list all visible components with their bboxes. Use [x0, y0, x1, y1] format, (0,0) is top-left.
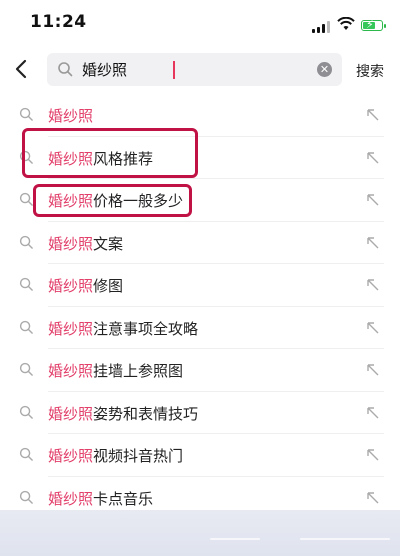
- fill-query-arrow-icon[interactable]: [366, 321, 380, 335]
- search-box[interactable]: ✕: [47, 53, 342, 86]
- fill-query-arrow-icon[interactable]: [366, 236, 380, 250]
- clear-search-button[interactable]: ✕: [317, 62, 332, 77]
- search-icon: [19, 107, 33, 121]
- back-arrow-icon[interactable]: [12, 58, 30, 80]
- status-bar: 11:24 ⚡: [0, 0, 400, 44]
- suggestion-text: 婚纱照: [48, 105, 93, 126]
- suggestion-text: 婚纱照挂墙上参照图: [48, 360, 183, 381]
- search-icon: [58, 62, 73, 77]
- wifi-icon: [337, 17, 355, 30]
- search-icon: [19, 405, 33, 419]
- suggestion-item[interactable]: 婚纱照文案: [0, 222, 400, 264]
- status-time: 11:24: [30, 12, 87, 32]
- suggestion-suffix: 注意事项全攻略: [93, 319, 199, 338]
- fill-query-arrow-icon[interactable]: [366, 108, 380, 122]
- battery-icon: ⚡: [361, 18, 386, 31]
- suggestion-suffix: 挂墙上参照图: [93, 362, 184, 380]
- suggestion-keyword: 婚纱照: [48, 404, 94, 423]
- fill-query-arrow-icon[interactable]: [366, 151, 380, 165]
- suggestion-text: 婚纱照视频抖音热门: [48, 445, 183, 466]
- search-icon: [19, 192, 33, 206]
- suggestion-suffix: 文案: [93, 234, 124, 253]
- suggestion-keyword: 婚纱照: [48, 277, 94, 295]
- suggestion-text: 婚纱照卡点音乐: [48, 488, 153, 509]
- annotation-box-price: [33, 184, 192, 217]
- suggestion-text: 婚纱照文案: [48, 233, 123, 254]
- fill-query-arrow-icon[interactable]: [366, 278, 380, 292]
- search-icon: [19, 320, 33, 334]
- search-icon: [19, 277, 33, 291]
- suggestion-text: 婚纱照注意事项全攻略: [48, 318, 198, 339]
- fill-query-arrow-icon[interactable]: [366, 363, 380, 377]
- suggestion-text: 婚纱照修图: [48, 275, 123, 296]
- fill-query-arrow-icon[interactable]: [366, 406, 380, 420]
- fill-query-arrow-icon[interactable]: [366, 491, 380, 505]
- suggestion-suffix: 修图: [93, 277, 124, 295]
- search-icon: [19, 447, 33, 461]
- bottom-overlay: [0, 510, 400, 556]
- search-icon: [19, 235, 33, 249]
- cellular-signal-icon: [312, 21, 330, 33]
- search-button[interactable]: 搜索: [356, 61, 384, 81]
- annotation-box-style-recommend: [22, 128, 198, 178]
- search-icon: [19, 362, 33, 376]
- suggestion-keyword: 婚纱照: [48, 319, 94, 338]
- suggestion-item[interactable]: 婚纱照挂墙上参照图: [0, 349, 400, 392]
- suggestion-suffix: 姿势和表情技巧: [93, 404, 199, 423]
- suggestion-keyword: 婚纱照: [48, 234, 94, 253]
- suggestion-keyword: 婚纱照: [48, 107, 94, 125]
- suggestion-suffix: 卡点音乐: [93, 489, 154, 508]
- suggestion-suffix: 视频抖音热门: [93, 447, 184, 465]
- suggestion-item[interactable]: 婚纱照修图: [0, 264, 400, 307]
- search-icon: [19, 490, 33, 504]
- search-input[interactable]: [82, 53, 312, 86]
- suggestion-text: 婚纱照姿势和表情技巧: [48, 403, 198, 424]
- text-caret: [173, 61, 175, 79]
- suggestion-item[interactable]: 婚纱照视频抖音热门: [0, 434, 400, 477]
- suggestion-keyword: 婚纱照: [48, 447, 94, 465]
- suggestion-item[interactable]: 婚纱照姿势和表情技巧: [0, 392, 400, 434]
- fill-query-arrow-icon[interactable]: [366, 193, 380, 207]
- suggestion-keyword: 婚纱照: [48, 489, 94, 508]
- suggestion-item[interactable]: 婚纱照注意事项全攻略: [0, 307, 400, 349]
- fill-query-arrow-icon[interactable]: [366, 448, 380, 462]
- suggestion-keyword: 婚纱照: [48, 362, 94, 380]
